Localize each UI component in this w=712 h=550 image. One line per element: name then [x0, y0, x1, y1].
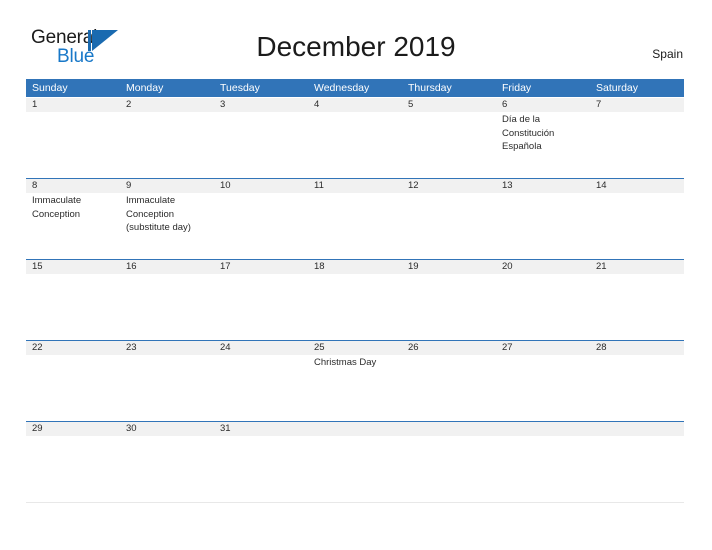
week-cells: 1 2 3 4 5 6 Día de la Constitución Española 7	[26, 98, 684, 178]
week-cells: 15 16 17 18 19 20 21	[26, 260, 684, 340]
day-number: 4	[314, 99, 320, 110]
day-event-label: Immaculate Conception	[32, 195, 82, 220]
day-of-week-wednesday: Wednesday	[314, 82, 370, 94]
day-number: 12	[408, 180, 419, 191]
day-number: 8	[32, 180, 38, 191]
day-cell-13[interactable]: 13	[496, 179, 590, 259]
week-cells: 22 23 24 25 Christmas Day 26 27 28	[26, 341, 684, 421]
day-cell-1[interactable]: 1	[26, 98, 120, 178]
week-row: 29 30 31	[26, 421, 684, 502]
day-cell-5[interactable]: 5	[402, 98, 496, 178]
day-number: 18	[314, 261, 325, 272]
page-title: December 2019	[256, 31, 456, 62]
day-event-label: Immaculate Conception (substitute day)	[126, 195, 191, 233]
day-number: 17	[220, 261, 231, 272]
day-cell-12[interactable]: 12	[402, 179, 496, 259]
day-cell-3[interactable]: 3	[214, 98, 308, 178]
week-cells: 29 30 31	[26, 422, 684, 502]
country-label: Spain	[652, 47, 683, 61]
day-number: 30	[126, 423, 137, 434]
day-cell-empty	[402, 422, 496, 502]
day-number: 29	[32, 423, 43, 434]
day-number: 3	[220, 99, 226, 110]
day-cell-17[interactable]: 17	[214, 260, 308, 340]
day-number: 15	[32, 261, 43, 272]
day-cell-9[interactable]: 9 Immaculate Conception (substitute day)	[120, 179, 214, 259]
day-number: 20	[502, 261, 513, 272]
day-number: 19	[408, 261, 419, 272]
day-cell-18[interactable]: 18	[308, 260, 402, 340]
day-of-week-thursday: Thursday	[408, 82, 452, 94]
calendar-bottom-edge	[26, 502, 684, 503]
day-cell-20[interactable]: 20	[496, 260, 590, 340]
week-rows-container: 1 2 3 4 5 6 Día de la Constitución Española 7 8 I…	[26, 97, 684, 503]
day-cell-24[interactable]: 24	[214, 341, 308, 421]
day-number	[314, 422, 397, 436]
day-cell-23[interactable]: 23	[120, 341, 214, 421]
day-cell-28[interactable]: 28	[590, 341, 684, 421]
day-number: 23	[126, 342, 137, 353]
day-cell-15[interactable]: 15	[26, 260, 120, 340]
day-of-week-saturday: Saturday	[596, 82, 639, 94]
day-of-week-header: Sunday Monday Tuesday Wednesday Thursday Frid…	[26, 79, 684, 97]
day-number: 13	[502, 180, 513, 191]
day-cell-30[interactable]: 30	[120, 422, 214, 502]
day-cell-14[interactable]: 14	[590, 179, 684, 259]
day-number: 6	[502, 99, 508, 110]
day-number: 24	[220, 342, 231, 353]
day-cell-31[interactable]: 31	[214, 422, 308, 502]
day-cell-22[interactable]: 22	[26, 341, 120, 421]
day-number: 14	[596, 180, 607, 191]
week-row: 22 23 24 25 Christmas Day 26 27 28	[26, 340, 684, 421]
day-number: 11	[314, 180, 324, 191]
day-cell-empty	[496, 422, 590, 502]
day-of-week-monday: Monday	[126, 82, 164, 94]
day-event-label: Día de la Constitución Española	[502, 114, 555, 152]
day-cell-19[interactable]: 19	[402, 260, 496, 340]
day-number	[408, 422, 491, 436]
day-number: 2	[126, 99, 132, 110]
week-cells: 8 Immaculate Conception 9 Immaculate Concep…	[26, 179, 684, 259]
day-number: 21	[596, 261, 607, 272]
day-cell-10[interactable]: 10	[214, 179, 308, 259]
day-of-week-tuesday: Tuesday	[220, 82, 260, 94]
day-number: 26	[408, 342, 419, 353]
day-cell-8[interactable]: 8 Immaculate Conception	[26, 179, 120, 259]
day-cell-empty	[308, 422, 402, 502]
day-of-week-sunday: Sunday	[32, 82, 68, 94]
day-number: 1	[32, 99, 38, 110]
day-cell-29[interactable]: 29	[26, 422, 120, 502]
day-number: 5	[408, 99, 414, 110]
day-event-label: Christmas Day	[314, 357, 377, 368]
day-cell-6[interactable]: 6 Día de la Constitución Española	[496, 98, 590, 178]
day-cell-4[interactable]: 4	[308, 98, 402, 178]
day-number: 31	[220, 423, 231, 434]
page-header: General Blue December 2019 Spain	[0, 0, 712, 78]
day-number	[596, 422, 679, 436]
day-number: 25	[314, 342, 325, 353]
day-cell-25[interactable]: 25 Christmas Day	[308, 341, 402, 421]
week-row: 15 16 17 18 19 20 21	[26, 259, 684, 340]
day-cell-2[interactable]: 2	[120, 98, 214, 178]
day-cell-empty	[590, 422, 684, 502]
day-cell-16[interactable]: 16	[120, 260, 214, 340]
week-row: 8 Immaculate Conception 9 Immaculate Concep…	[26, 178, 684, 259]
day-cell-21[interactable]: 21	[590, 260, 684, 340]
day-number: 7	[596, 99, 602, 110]
day-number	[502, 422, 585, 436]
day-number: 9	[126, 180, 132, 191]
day-number: 22	[32, 342, 43, 353]
day-number: 10	[220, 180, 231, 191]
day-cell-11[interactable]: 11	[308, 179, 402, 259]
day-cell-27[interactable]: 27	[496, 341, 590, 421]
day-number: 27	[502, 342, 513, 353]
day-number: 28	[596, 342, 607, 353]
week-row: 1 2 3 4 5 6 Día de la Constitución Española 7	[26, 97, 684, 178]
day-cell-26[interactable]: 26	[402, 341, 496, 421]
day-number: 16	[126, 261, 137, 272]
day-cell-7[interactable]: 7	[590, 98, 684, 178]
calendar-page: General Blue December 2019 Spain Sunday M…	[0, 0, 712, 550]
month-calendar: Sunday Monday Tuesday Wednesday Thursday Frid…	[26, 79, 684, 503]
day-of-week-friday: Friday	[502, 82, 532, 94]
